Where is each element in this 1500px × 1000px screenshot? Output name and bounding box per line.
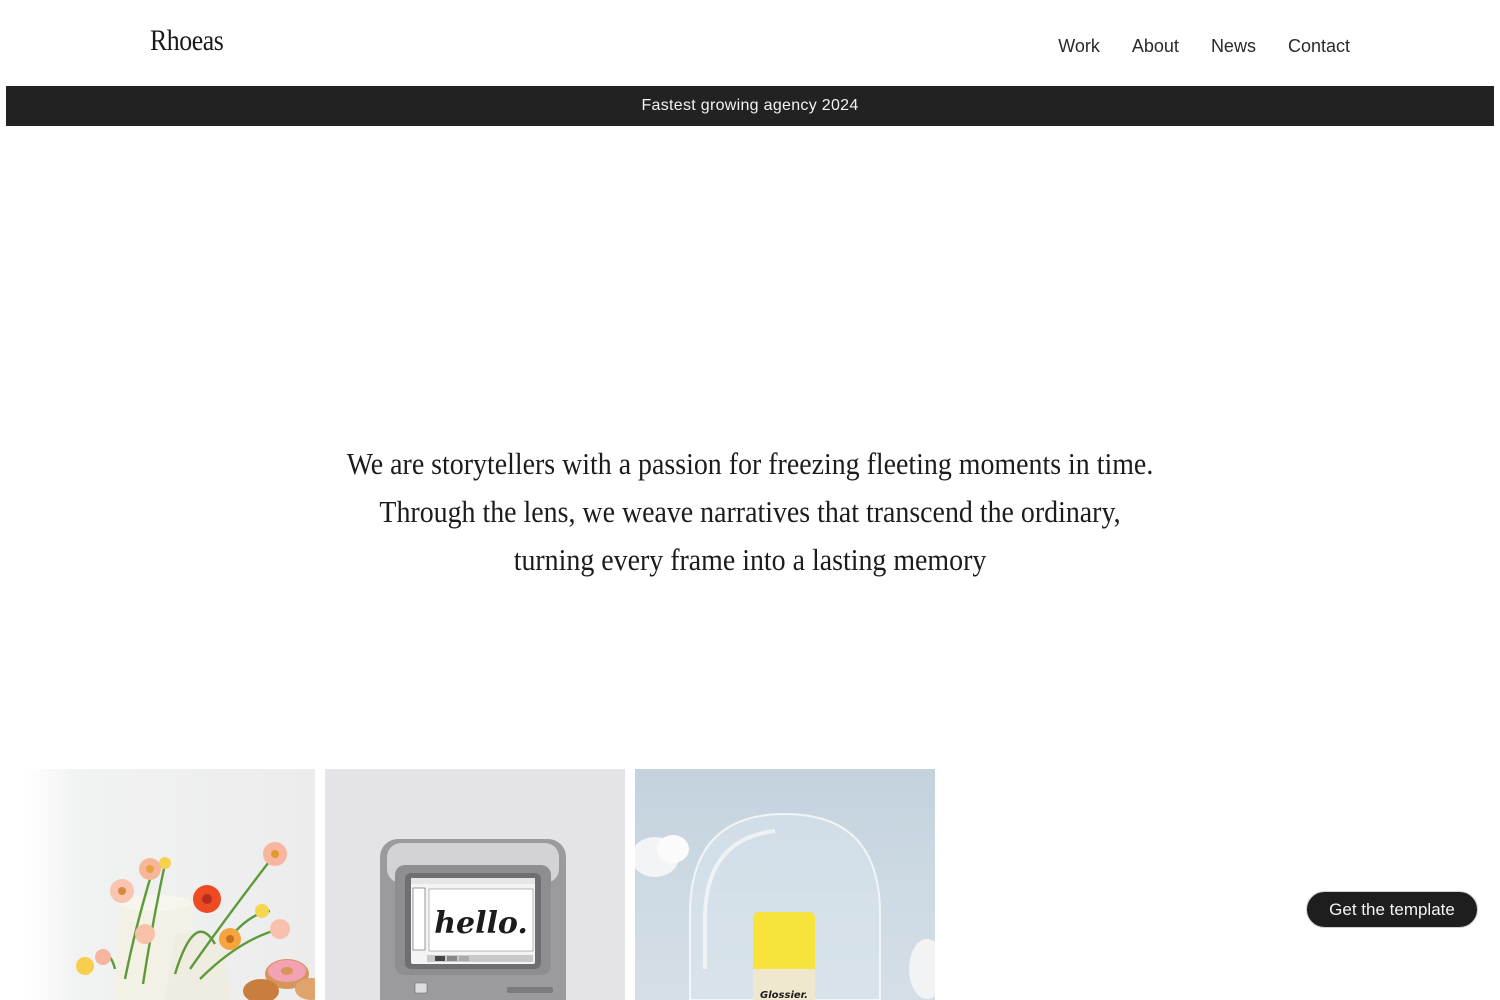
site-header: Rhoeas Work About News Contact [0,0,1500,86]
retro-computer-photo: hello. [380,839,566,1000]
glossier-product-photo: Glossier. [635,812,935,1000]
hero-line-3: turning every frame into a lasting memor… [513,542,987,577]
hero-line-1: We are storytellers with a passion for f… [346,446,1154,481]
glossier-brand-text: Glossier. [760,990,808,1000]
announcement-text: Fastest growing agency 2024 [641,97,859,114]
gallery-card-computer[interactable]: hello. [325,769,625,1000]
nav-link-work[interactable]: Work [1058,36,1100,57]
main-nav: Work About News Contact [1058,36,1350,57]
announcement-bar: Fastest growing agency 2024 [6,86,1494,126]
nav-link-news[interactable]: News [1211,36,1256,57]
get-template-button[interactable]: Get the template [1306,891,1478,928]
gallery-card-flowers[interactable] [25,769,315,1000]
gallery-card-glossier[interactable]: Glossier. [635,769,935,1000]
work-gallery: hello. Glossier. [25,769,935,1000]
screen-hello-text: hello. [434,906,528,941]
flowers-photo [76,842,315,1000]
nav-link-about[interactable]: About [1132,36,1179,57]
hero-line-2: Through the lens, we weave narratives th… [379,494,1121,529]
nav-link-contact[interactable]: Contact [1288,36,1350,57]
logo[interactable]: Rhoeas [150,24,224,58]
hero-statement: We are storytellers with a passion for f… [0,440,1500,584]
